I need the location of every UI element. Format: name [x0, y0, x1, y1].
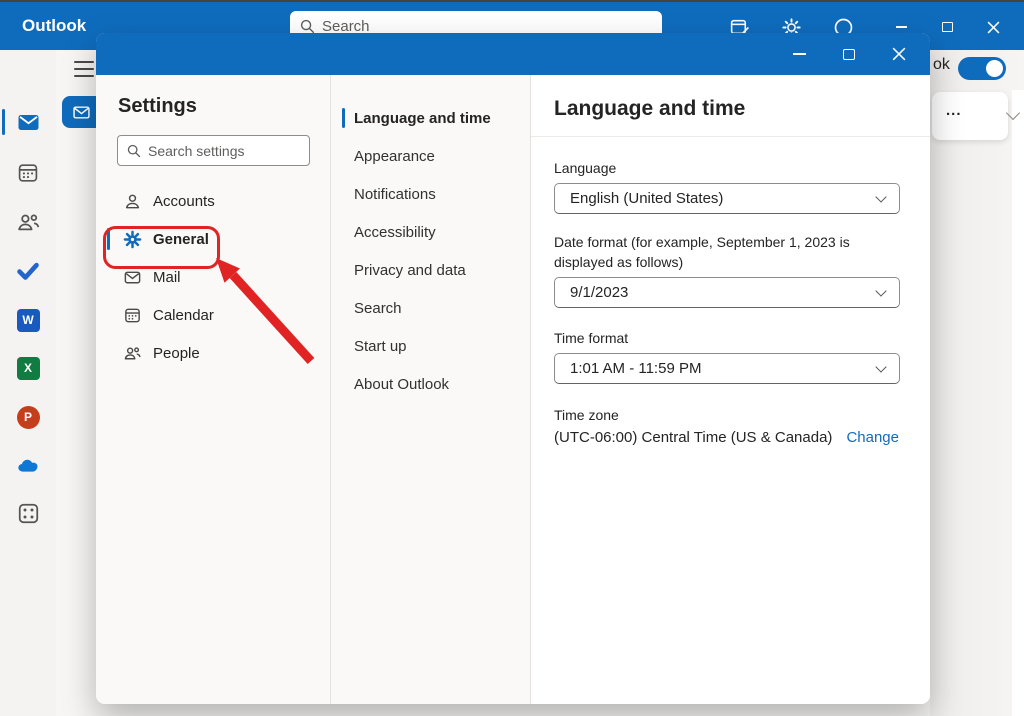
settings-heading: Settings: [118, 95, 330, 118]
settings-nav-label: General: [153, 231, 209, 248]
date-format-label: Date format (for example, September 1, 2…: [554, 232, 906, 272]
settings-dialog-titlebar: [96, 33, 930, 75]
search-icon: [127, 144, 141, 158]
new-outlook-toggle[interactable]: [958, 57, 1006, 80]
settings-search-input[interactable]: [148, 143, 300, 159]
category-about-outlook[interactable]: About Outlook: [331, 365, 530, 403]
category-label: Accessibility: [354, 224, 436, 241]
chevron-down-icon: [875, 361, 886, 372]
time-format-label: Time format: [554, 328, 906, 348]
category-search[interactable]: Search: [331, 289, 530, 327]
category-privacy-and-data[interactable]: Privacy and data: [331, 251, 530, 289]
settings-nav-label: Calendar: [153, 307, 214, 324]
rail-apps-grid-icon[interactable]: [14, 499, 42, 527]
settings-nav-label: Accounts: [153, 193, 215, 210]
panel-title: Language and time: [554, 97, 906, 121]
rail-onedrive-icon[interactable]: [14, 452, 42, 480]
rail-selection-indicator: [2, 109, 5, 135]
rail-people-icon[interactable]: [14, 208, 42, 236]
rail-calendar-icon[interactable]: [14, 159, 42, 187]
time-zone-label: Time zone: [554, 405, 906, 425]
new-outlook-toggle-label: ok: [933, 56, 950, 74]
close-icon: [987, 21, 1000, 34]
chevron-down-icon: [875, 285, 886, 296]
hamburger-menu-icon[interactable]: [74, 61, 94, 82]
gear-icon: [123, 230, 142, 249]
reading-pane-background: [930, 50, 1024, 716]
category-label: Start up: [354, 338, 407, 355]
language-value: English (United States): [570, 190, 877, 207]
app-title: Outlook: [22, 2, 86, 50]
settings-search-box[interactable]: [117, 135, 310, 166]
category-accessibility[interactable]: Accessibility: [331, 213, 530, 251]
language-select[interactable]: English (United States): [554, 183, 900, 214]
settings-nav-label: Mail: [153, 269, 181, 286]
category-label: Search: [354, 300, 402, 317]
category-label: Notifications: [354, 186, 436, 203]
category-label: About Outlook: [354, 376, 449, 393]
reading-pane-edge: [1012, 90, 1024, 716]
date-format-value: 9/1/2023: [570, 284, 877, 301]
rail-todo-icon[interactable]: [14, 257, 42, 285]
time-zone-value: (UTC-06:00) Central Time (US & Canada): [554, 429, 832, 446]
search-icon: [300, 19, 315, 34]
settings-nav-label: People: [153, 345, 200, 362]
rail-excel-icon[interactable]: X: [14, 354, 42, 382]
time-zone-change-link[interactable]: Change: [846, 429, 899, 446]
settings-nav-people[interactable]: People: [96, 334, 330, 372]
dialog-minimize-button[interactable]: [774, 33, 824, 75]
settings-nav-panel: Settings Accounts General Mail: [96, 75, 330, 704]
settings-dialog: Settings Accounts General Mail: [96, 33, 930, 704]
people-icon: [123, 344, 142, 363]
rail-mail-icon[interactable]: [14, 108, 42, 136]
window-close-button[interactable]: [970, 10, 1016, 44]
category-notifications[interactable]: Notifications: [331, 175, 530, 213]
dialog-close-button[interactable]: [874, 33, 924, 75]
category-label: Appearance: [354, 148, 435, 165]
rail-powerpoint-icon[interactable]: P: [14, 403, 42, 431]
rail-word-icon[interactable]: W: [14, 306, 42, 334]
category-start-up[interactable]: Start up: [331, 327, 530, 365]
settings-nav-calendar[interactable]: Calendar: [96, 296, 330, 334]
envelope-icon: [73, 104, 90, 121]
close-icon: [892, 47, 906, 61]
envelope-icon: [123, 268, 142, 287]
settings-detail-panel: Language and time Language English (Unit…: [530, 75, 930, 704]
category-appearance[interactable]: Appearance: [331, 137, 530, 175]
category-label: Language and time: [354, 110, 491, 127]
divider: [531, 136, 930, 137]
selection-bar: [342, 108, 345, 128]
calendar-icon: [123, 306, 142, 325]
app-rail: W X P: [0, 50, 56, 716]
category-label: Privacy and data: [354, 262, 466, 279]
settings-nav-general[interactable]: General: [96, 220, 330, 258]
more-options-card[interactable]: ...: [932, 92, 1008, 140]
selection-bar: [107, 228, 110, 250]
dialog-maximize-button[interactable]: [824, 33, 874, 75]
settings-nav-mail[interactable]: Mail: [96, 258, 330, 296]
time-format-select[interactable]: 1:01 AM - 11:59 PM: [554, 353, 900, 384]
time-format-value: 1:01 AM - 11:59 PM: [570, 360, 877, 377]
date-format-select[interactable]: 9/1/2023: [554, 277, 900, 308]
category-language-and-time[interactable]: Language and time: [331, 99, 530, 137]
window-maximize-button[interactable]: [924, 10, 970, 44]
settings-category-panel: Language and time Appearance Notificatio…: [330, 75, 530, 704]
ellipsis-icon[interactable]: ...: [946, 102, 962, 119]
person-icon: [123, 192, 142, 211]
language-label: Language: [554, 158, 906, 178]
chevron-down-icon: [875, 191, 886, 202]
settings-nav-accounts[interactable]: Accounts: [96, 182, 330, 220]
